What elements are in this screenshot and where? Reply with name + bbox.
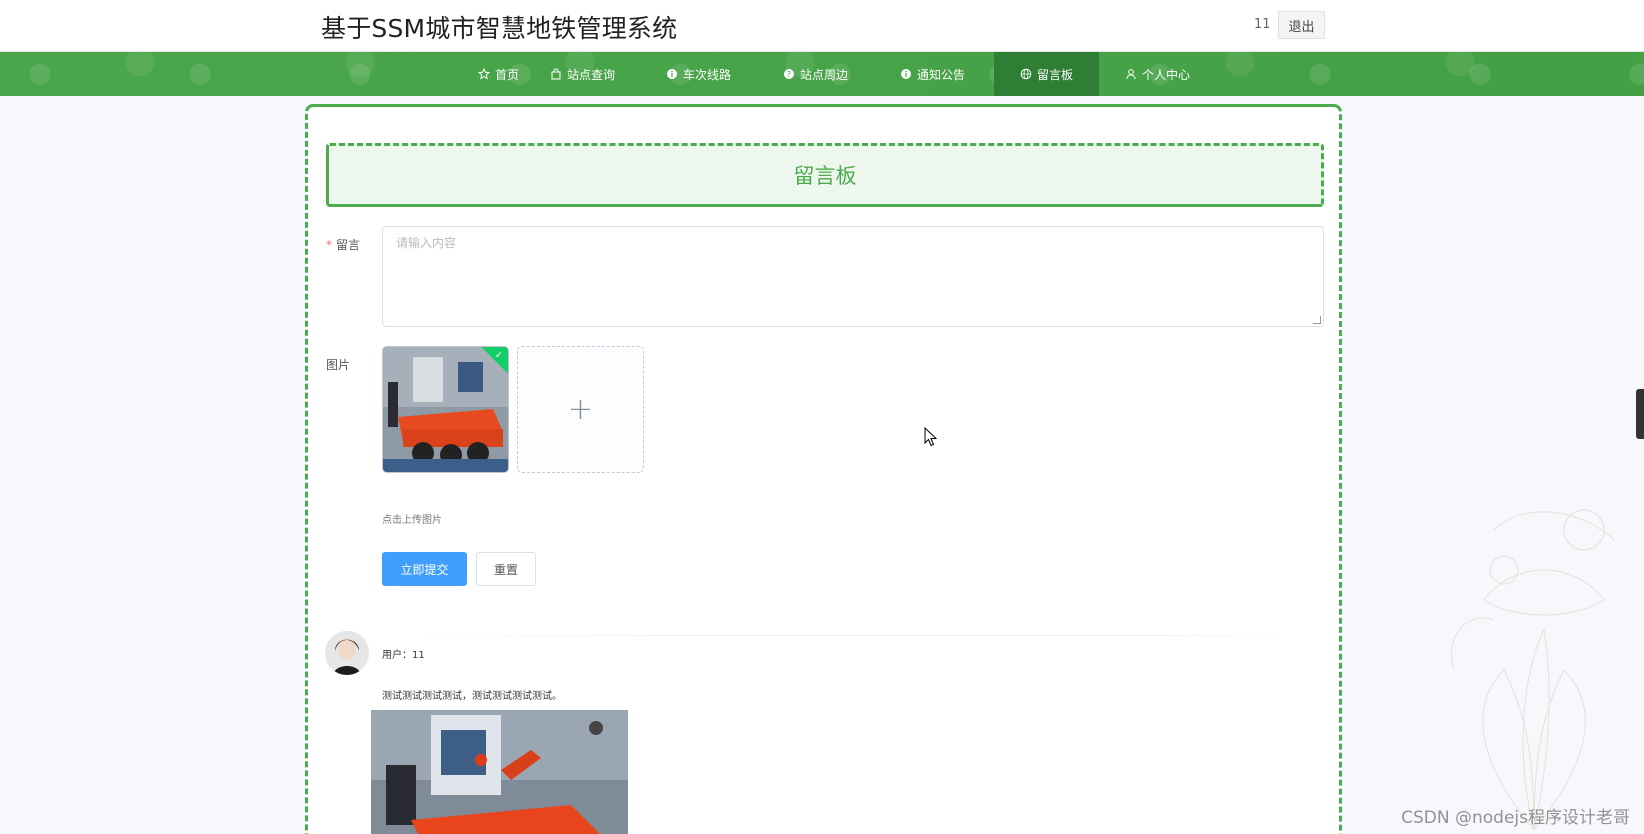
svg-text:?: ? — [787, 70, 791, 79]
main-nav: 首页 站点查询 车次线路 ? 站点周边 通知公告 留言板 个人中心 — [0, 52, 1644, 96]
board-title-box: 留言板 — [326, 143, 1324, 207]
info-icon — [900, 68, 912, 80]
page: 基于SSM城市智慧地铁管理系统 11 退出 首页 站点查询 车次线路 ? 站点周… — [0, 0, 1644, 834]
nav-item-label: 首页 — [495, 67, 520, 82]
uploaded-image-thumbnail[interactable]: ✓ — [382, 346, 509, 473]
avatar-image — [325, 631, 369, 675]
mouse-cursor-icon — [924, 427, 938, 447]
star-icon — [478, 68, 490, 80]
image-label: 图片 — [326, 358, 351, 372]
image-upload-button[interactable]: + — [517, 346, 644, 473]
side-scroll-handle[interactable] — [1636, 389, 1644, 439]
lotus-decoration — [1450, 509, 1615, 831]
site-title: 基于SSM城市智慧地铁管理系统 — [321, 14, 678, 43]
required-asterisk: * — [326, 238, 332, 252]
comment-divider — [382, 635, 1304, 636]
bag-icon — [550, 68, 562, 80]
nav-item-label: 站点周边 — [800, 67, 849, 82]
robot-vehicle-image — [383, 347, 508, 472]
nav-item-station-nearby[interactable]: ? 站点周边 — [757, 52, 874, 96]
nav-item-train-routes[interactable]: 车次线路 — [640, 52, 757, 96]
comment-text: 测试测试测试测试，测试测试测试测试。 — [382, 691, 562, 702]
info-icon — [666, 68, 678, 80]
nav-item-label: 个人中心 — [1142, 67, 1191, 82]
nav-item-label: 车次线路 — [683, 67, 732, 82]
message-label: * 留言 — [326, 236, 360, 253]
check-icon: ✓ — [494, 349, 504, 361]
message-placeholder: 请输入内容 — [396, 236, 457, 250]
robot-vehicle-image — [371, 710, 628, 834]
upload-tip: 点击上传图片 — [382, 515, 442, 526]
top-header: 基于SSM城市智慧地铁管理系统 11 退出 — [0, 0, 1644, 52]
message-textarea[interactable]: 请输入内容 — [382, 226, 1324, 327]
watermark: CSDN @nodejs程序设计老哥 — [1401, 808, 1630, 828]
question-icon: ? — [783, 68, 795, 80]
comment-username: 用户：11 — [382, 650, 425, 661]
globe-icon — [1020, 68, 1032, 80]
avatar — [325, 631, 369, 675]
comment-image[interactable] — [371, 710, 628, 834]
board-title: 留言板 — [793, 164, 857, 188]
resize-handle[interactable] — [1313, 316, 1321, 324]
nav-item-label: 留言板 — [1037, 67, 1074, 82]
nav-item-label: 站点查询 — [567, 67, 616, 82]
submit-button[interactable]: 立即提交 — [382, 552, 467, 586]
current-username: 11 — [1254, 17, 1271, 32]
message-label-text: 留言 — [336, 238, 361, 252]
plus-icon: + — [567, 392, 594, 427]
nav-item-label: 通知公告 — [917, 67, 966, 82]
user-icon — [1125, 68, 1137, 80]
nav-item-personal-center[interactable]: 个人中心 — [1099, 52, 1216, 96]
nav-item-message-board[interactable]: 留言板 — [994, 52, 1099, 96]
nav-item-notices[interactable]: 通知公告 — [874, 52, 991, 96]
message-board-card: 留言板 * 留言 请输入内容 图片 ✓ + 点击上传图片 立即提交 重置 用户：… — [305, 104, 1342, 834]
nav-item-station-search[interactable]: 站点查询 — [524, 52, 641, 96]
reset-button[interactable]: 重置 — [476, 552, 536, 586]
logout-button[interactable]: 退出 — [1278, 11, 1325, 39]
